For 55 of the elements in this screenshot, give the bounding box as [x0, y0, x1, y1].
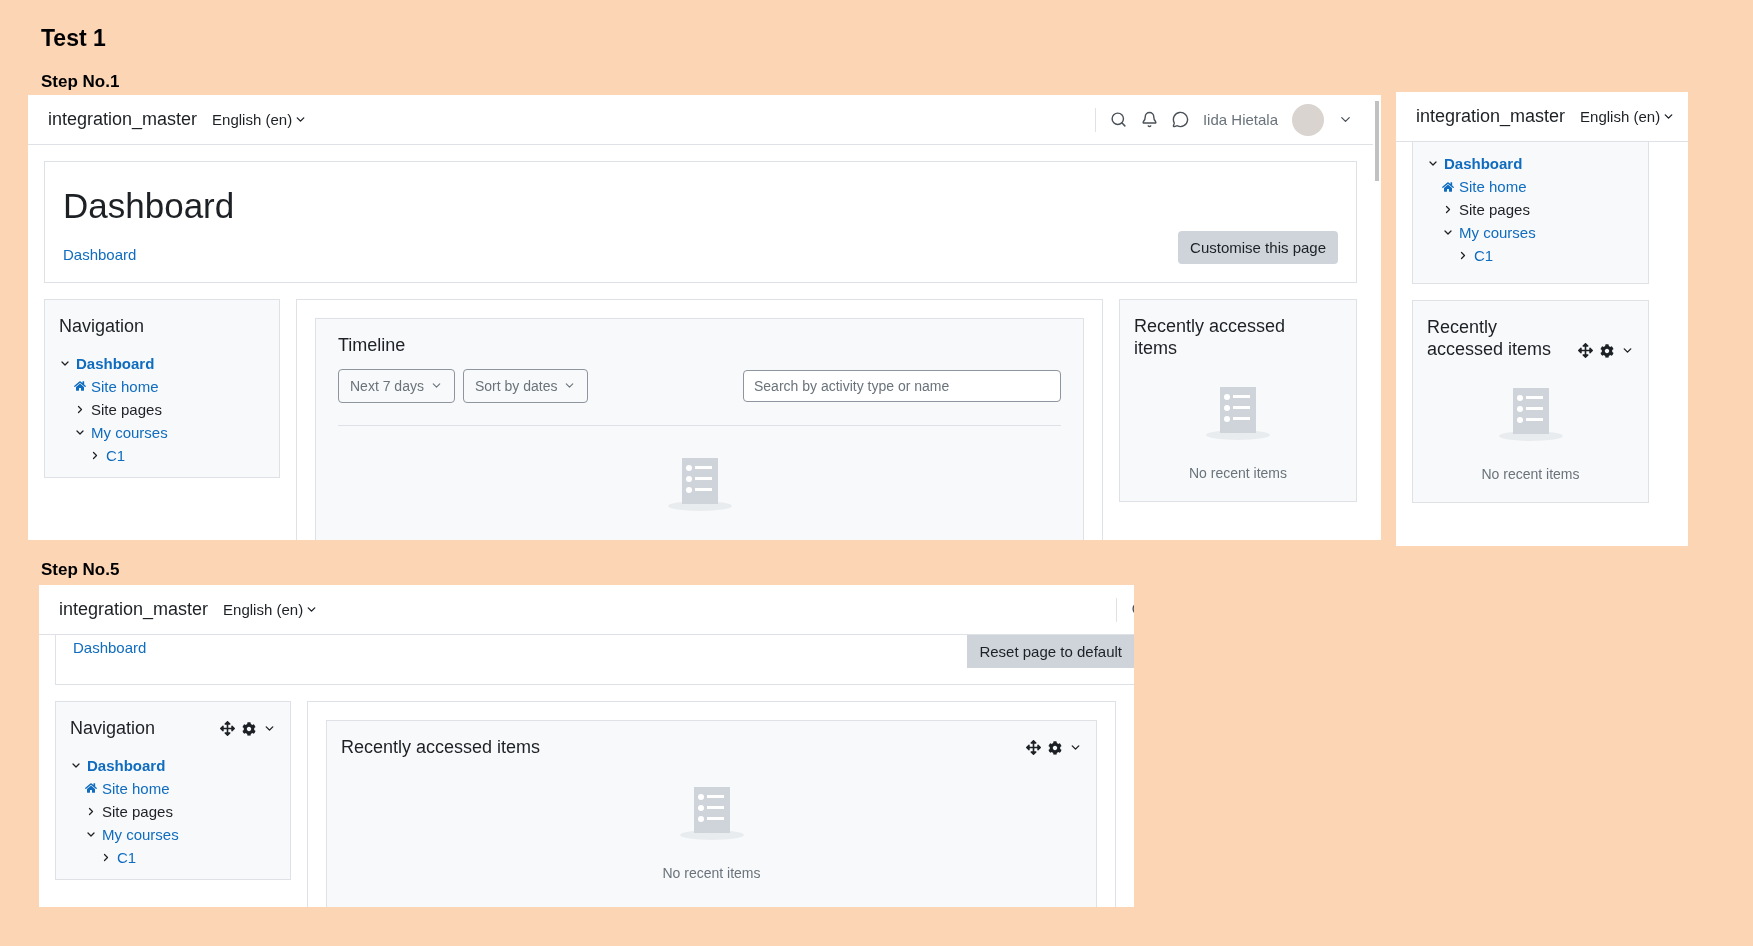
tree-item[interactable]: C1 [117, 848, 137, 866]
breadcrumb-link[interactable]: Dashboard [63, 246, 137, 263]
reset-button[interactable]: Reset page to default [967, 635, 1134, 668]
language-menu[interactable]: English (en) [223, 601, 319, 618]
customise-button[interactable]: Customise this page [1178, 231, 1338, 264]
site-name[interactable]: integration_master [59, 599, 209, 620]
scrollbar[interactable] [1375, 101, 1379, 181]
breadcrumb-link[interactable]: Dashboard [73, 639, 147, 656]
language-menu[interactable]: English (en) [212, 111, 308, 128]
block-title: Recently accessed items [341, 737, 541, 759]
home-icon [1442, 179, 1454, 194]
site-name[interactable]: integration_master [48, 109, 198, 130]
site-name[interactable]: integration_master [1416, 106, 1566, 127]
filter-dropdown[interactable]: Sort by dates [462, 368, 589, 403]
tree-item[interactable]: Dashboard [76, 354, 155, 372]
empty-message: No recent items [662, 864, 761, 881]
tree-item[interactable]: Site home [1459, 178, 1527, 195]
home-icon [85, 781, 97, 796]
tree-item[interactable]: C1 [106, 446, 126, 464]
settings-icon[interactable] [1600, 343, 1614, 358]
user-name[interactable]: Iida Hietala [1202, 111, 1278, 128]
tree-item[interactable]: My courses [1459, 224, 1536, 241]
chat-icon[interactable] [1171, 111, 1189, 128]
settings-icon[interactable] [242, 721, 256, 736]
block-title: Navigation [59, 316, 145, 338]
language-menu[interactable]: English (en) [1580, 108, 1676, 125]
filter-dropdown[interactable]: Next 7 days [338, 368, 455, 403]
home-icon [74, 379, 86, 394]
tree-item[interactable]: My courses [91, 423, 168, 441]
move-icon[interactable] [220, 721, 235, 737]
block-title: Timeline [338, 335, 407, 357]
tree-item[interactable]: Site pages [102, 802, 173, 820]
move-icon[interactable] [1578, 343, 1593, 359]
tree-item[interactable]: Site pages [91, 400, 162, 418]
tree-item[interactable]: Site home [102, 779, 170, 797]
step-label: Step No.1 [41, 72, 120, 92]
tree-item[interactable]: Dashboard [87, 756, 166, 774]
search-icon[interactable] [1109, 111, 1127, 128]
settings-icon[interactable] [1048, 740, 1062, 755]
block-title: Recently accessed items [1427, 317, 1553, 361]
search-field[interactable]: Search by activity type or name [743, 369, 1061, 402]
empty-message: No recent items [1188, 465, 1287, 482]
bell-icon[interactable] [1140, 111, 1158, 128]
tree-item[interactable]: My courses [102, 825, 179, 843]
step-label: Step No.5 [41, 560, 120, 580]
move-icon[interactable] [1026, 740, 1041, 756]
tree-item[interactable]: Site home [91, 377, 159, 395]
test-title: Test 1 [41, 25, 106, 52]
tree-item[interactable]: Dashboard [1444, 155, 1523, 172]
tree-item[interactable]: Site pages [1459, 201, 1530, 218]
block-title: Recently accessed items [1134, 316, 1287, 360]
page-title: Dashboard [63, 186, 235, 226]
empty-message: No recent items [1481, 466, 1580, 483]
tree-item[interactable]: C1 [1474, 247, 1494, 264]
block-title: Navigation [70, 718, 156, 740]
